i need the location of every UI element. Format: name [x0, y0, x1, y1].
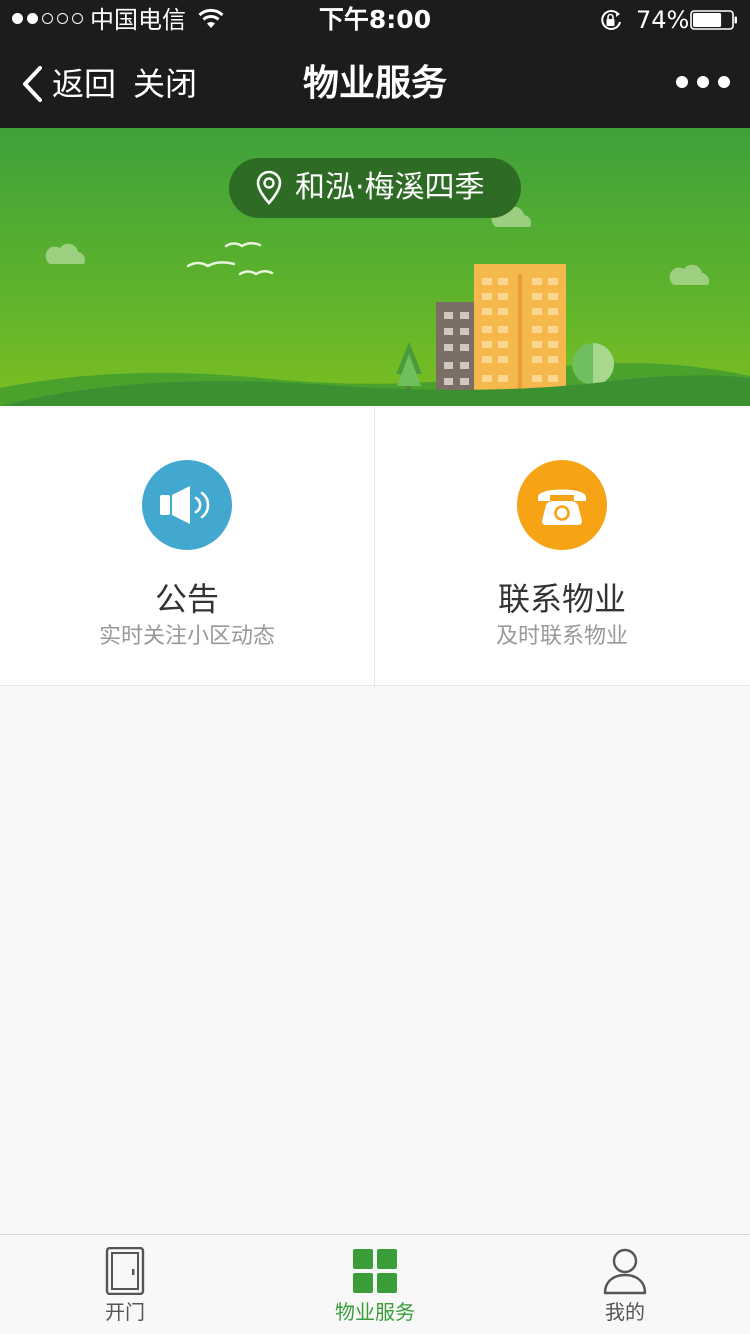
status-bar: 中国电信 下午8:00 74% [0, 0, 750, 40]
contact-property-subtitle: 及时联系物业 [495, 624, 628, 649]
door-icon [105, 1247, 145, 1295]
service-grid: 公告 实时关注小区动态 联系物业 及时联系物业 [0, 406, 750, 686]
navigation-bar: 返回 关闭 物业服务 [0, 40, 750, 128]
map-pin-icon [256, 170, 282, 205]
battery-icon [690, 10, 737, 30]
tab-label-open-door: 开门 [105, 1300, 145, 1324]
tab-open-door[interactable]: 开门 [0, 1235, 250, 1334]
person-icon [603, 1248, 647, 1295]
page-title: 物业服务 [302, 63, 447, 104]
speaker-icon [142, 460, 232, 550]
grid-icon [353, 1249, 397, 1293]
battery-percentage: 74% [636, 6, 690, 34]
tab-label-property-service: 物业服务 [335, 1300, 415, 1324]
more-dots-icon[interactable] [676, 76, 730, 88]
announcement-subtitle: 实时关注小区动态 [98, 624, 275, 649]
location-selector[interactable]: 和泓·梅溪四季 [229, 158, 521, 218]
announcement-title: 公告 [154, 580, 219, 618]
rotation-lock-icon [601, 9, 621, 30]
tab-property-service[interactable]: 物业服务 [250, 1235, 500, 1334]
telephone-icon [517, 460, 607, 550]
community-banner: 和泓·梅溪四季 [0, 128, 750, 406]
announcement-card[interactable]: 公告 实时关注小区动态 [0, 406, 375, 685]
app-screen: 中国电信 下午8:00 74% 返回 关闭 物业服务 和泓·梅溪四季 公告 实时… [0, 0, 750, 1334]
bottom-tab-bar: 开门 物业服务 我的 [0, 1234, 750, 1334]
community-name: 和泓·梅溪四季 [295, 170, 485, 205]
contact-property-card[interactable]: 联系物业 及时联系物业 [375, 406, 749, 685]
contact-property-title: 联系物业 [497, 580, 626, 618]
tab-mine[interactable]: 我的 [500, 1235, 750, 1334]
tab-label-mine: 我的 [605, 1300, 645, 1324]
